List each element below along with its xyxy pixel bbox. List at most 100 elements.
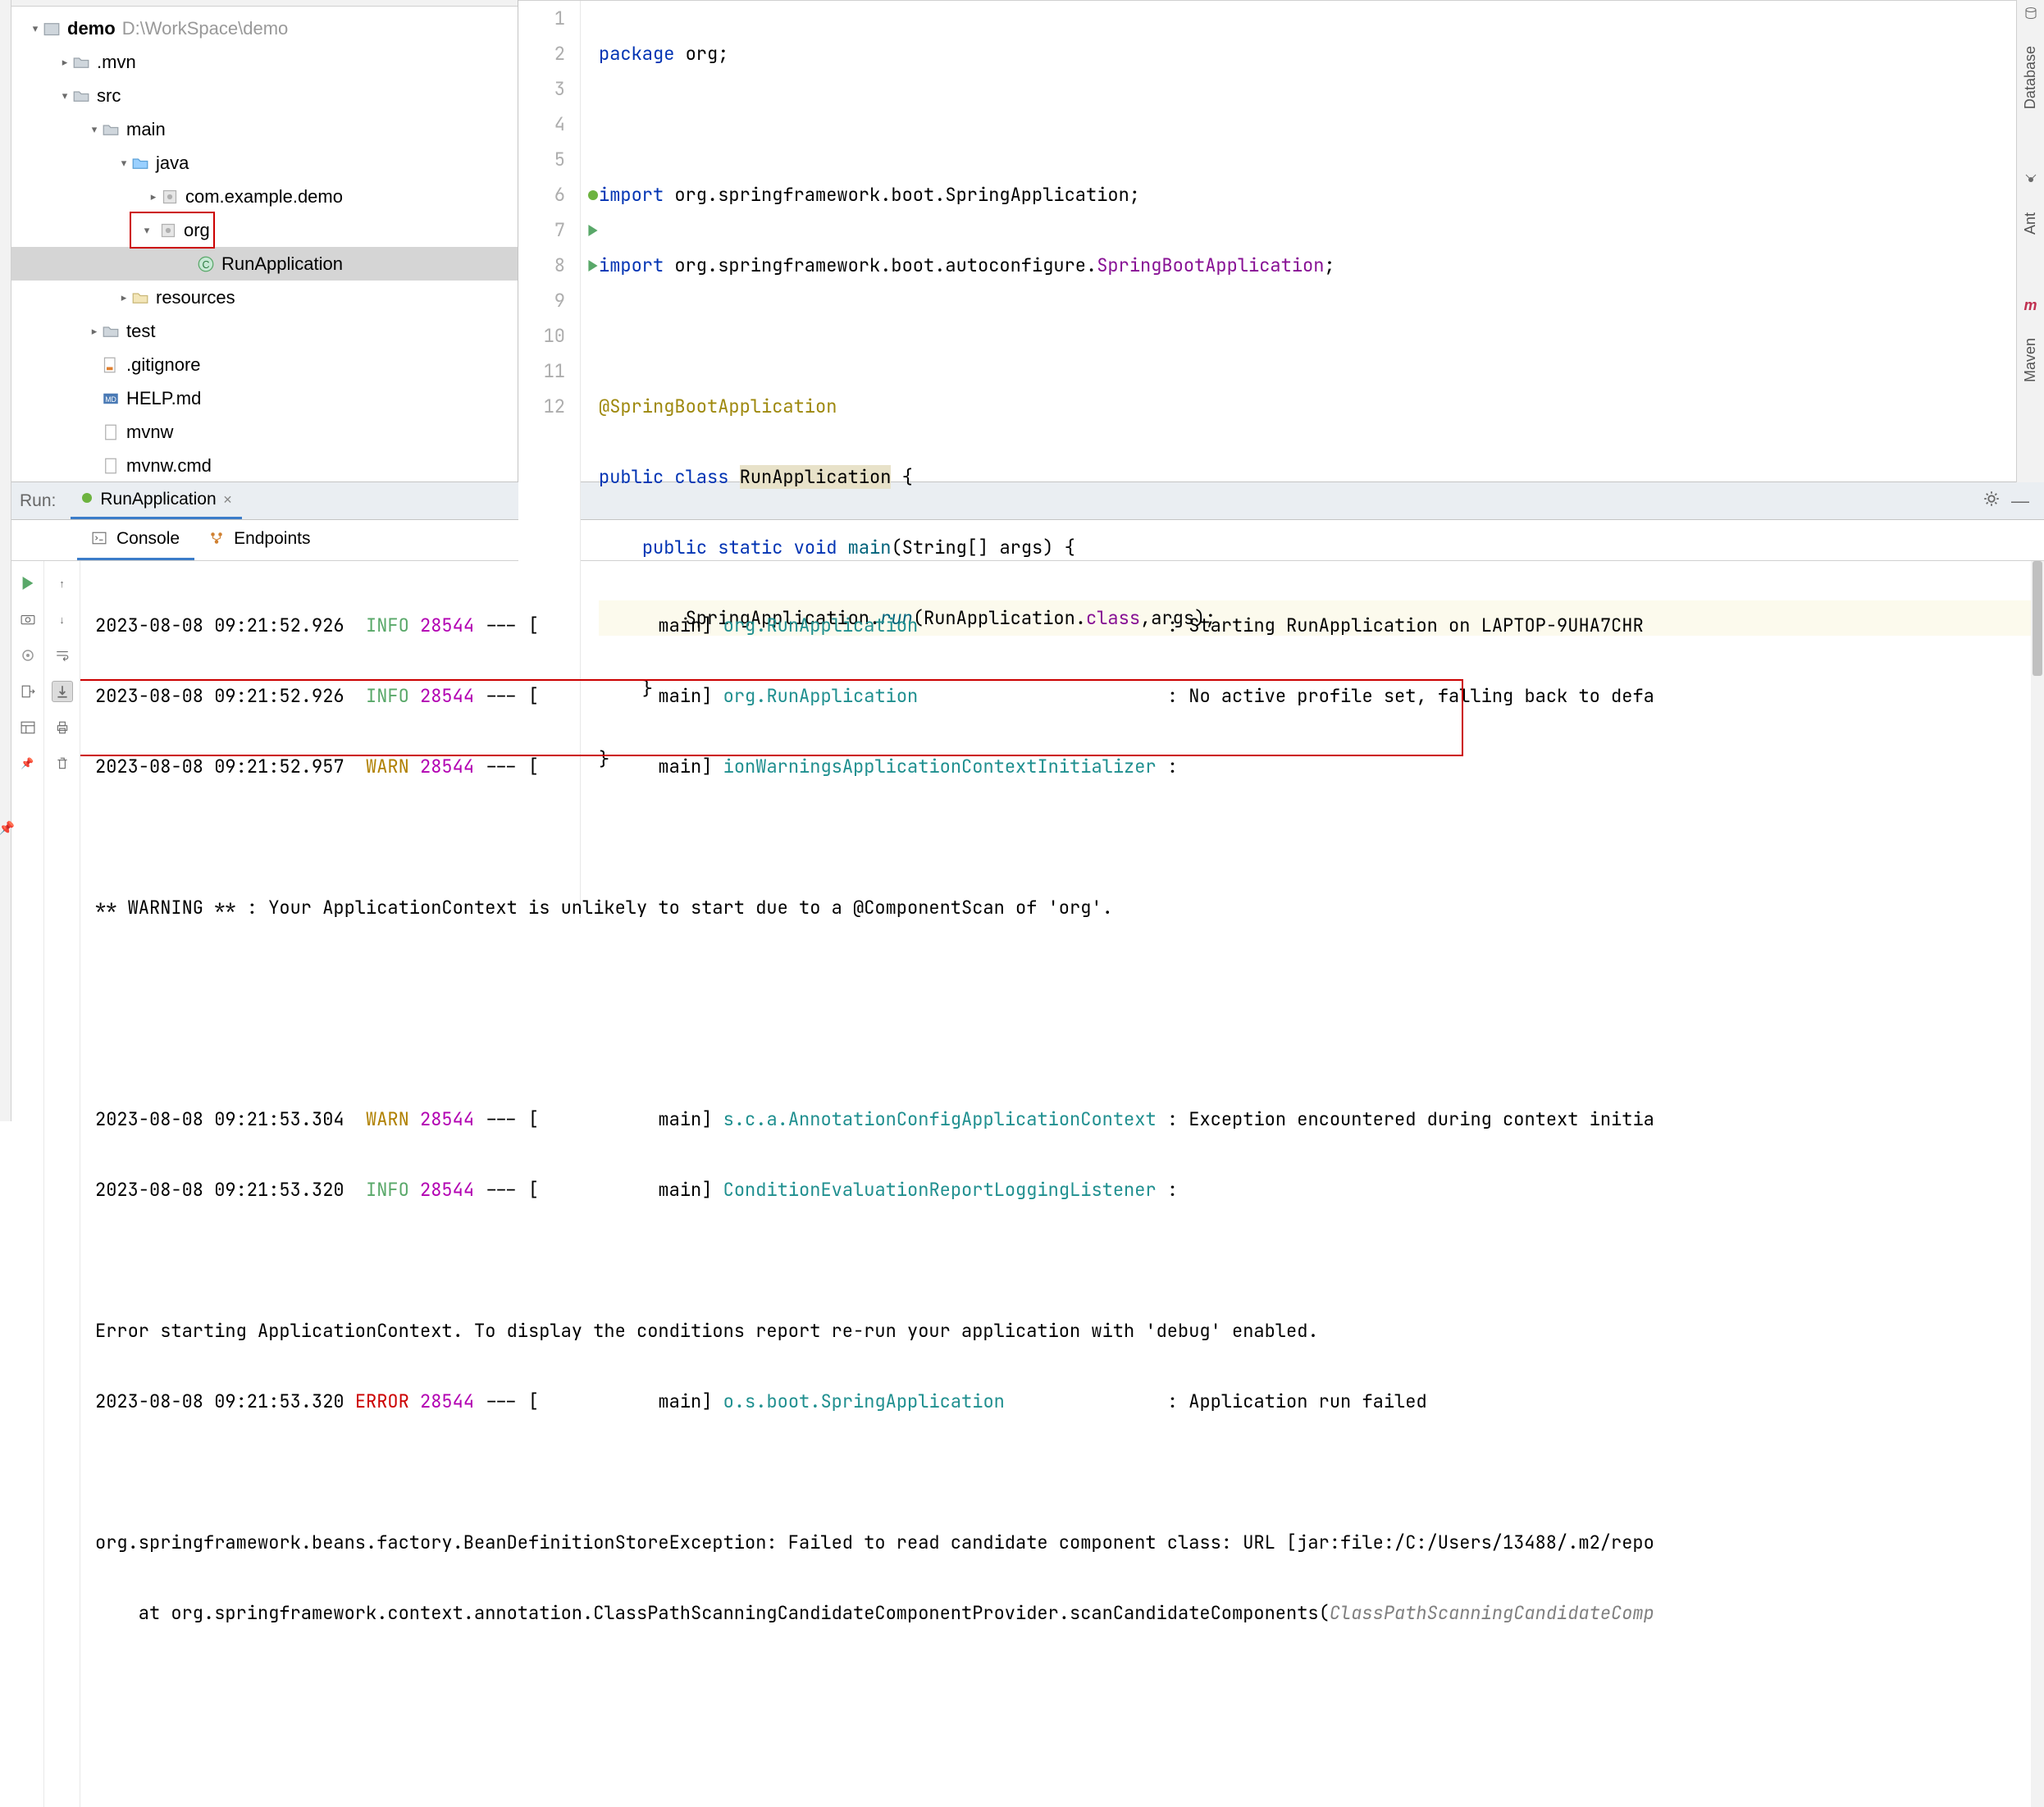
code-token: class (674, 465, 728, 489)
ant-icon[interactable] (2023, 171, 2039, 188)
run-config-tab[interactable]: RunApplication ✕ (71, 482, 242, 519)
tree-pkg-demo[interactable]: ▸ com.example.demo (11, 180, 518, 213)
maven-icon[interactable]: m (2023, 297, 2039, 313)
exit-icon[interactable] (17, 681, 39, 702)
tree-mvnw[interactable]: mvnw (11, 415, 518, 449)
scrollbar-thumb[interactable] (2033, 561, 2042, 676)
code-token: public (642, 536, 707, 559)
endpoints-tab[interactable]: Endpoints (194, 520, 325, 560)
database-label[interactable]: Database (2022, 46, 2039, 109)
folder-icon (72, 87, 90, 105)
tree-gitignore[interactable]: .gitignore (11, 348, 518, 381)
markdown-icon: MD (102, 390, 120, 408)
tree-mvn[interactable]: ▸ .mvn (11, 45, 518, 79)
code-token: import (599, 253, 664, 277)
tree-runapplication[interactable]: C RunApplication (11, 247, 518, 281)
chevron-down-icon[interactable]: ▾ (116, 146, 131, 180)
line-number: 3 (518, 71, 565, 107)
console-tab[interactable]: Console (77, 520, 194, 560)
console-scrollbar[interactable] (2031, 561, 2044, 1807)
tree-src[interactable]: ▾ src (11, 79, 518, 112)
log-line: at org.springframework.context.annotatio… (95, 1595, 2036, 1631)
chevron-right-icon[interactable]: ▸ (57, 45, 72, 79)
line-number: 7 (518, 212, 565, 248)
run-toolbar-primary: 📌 (11, 561, 44, 1807)
code-token: SpringBootApplication (1097, 253, 1324, 277)
resources-folder-icon (131, 289, 149, 307)
tree-main[interactable]: ▾ main (11, 112, 518, 146)
left-tool-strip: 📌 (0, 0, 11, 1121)
code-token: @SpringBootApplication (599, 395, 837, 418)
line-number: 6 (518, 177, 565, 212)
tree-pkg-org[interactable]: ▾ org (11, 213, 518, 247)
endpoints-icon (209, 531, 226, 547)
chevron-right-icon[interactable]: ▸ (87, 314, 102, 348)
right-tool-strip: Database Ant m Maven (2016, 0, 2044, 482)
tree-help[interactable]: MD HELP.md (11, 381, 518, 415)
chevron-down-icon[interactable]: ▾ (87, 112, 102, 146)
code-token: RunApplication (740, 465, 892, 489)
print-icon[interactable] (52, 717, 73, 738)
camera-icon[interactable] (17, 609, 39, 630)
code-token: { (891, 465, 912, 489)
chevron-down-icon[interactable]: ▾ (135, 213, 159, 247)
code-token: org.springframework.boot.SpringApplicati… (664, 183, 1140, 207)
scroll-to-end-icon[interactable] (52, 681, 73, 702)
line-number: 2 (518, 36, 565, 71)
chevron-down-icon[interactable]: ▾ (57, 79, 72, 112)
code-token: void (794, 536, 837, 559)
line-number: 10 (518, 318, 565, 354)
code-token: (String[] args) { (891, 536, 1074, 559)
scroll-down-icon[interactable]: ↓ (52, 609, 73, 630)
code-token: org.springframework.boot.autoconfigure. (664, 253, 1097, 277)
chevron-right-icon[interactable]: ▸ (146, 180, 161, 213)
svg-text:MD: MD (105, 395, 116, 403)
spring-icon (80, 490, 94, 509)
soft-wrap-icon[interactable] (52, 645, 73, 666)
run-button[interactable] (17, 573, 39, 594)
project-panel: ▾ demo D:\WorkSpace\demo ▸ .mvn ▾ src ▾ (11, 0, 518, 481)
stop-icon[interactable] (17, 645, 39, 666)
chevron-down-icon[interactable]: ▾ (28, 11, 43, 45)
pin-icon[interactable]: 📌 (17, 753, 39, 774)
tree-mvnwcmd[interactable]: mvnw.cmd (11, 449, 518, 481)
pin-icon[interactable]: 📌 (0, 820, 15, 837)
tree-root[interactable]: ▾ demo D:\WorkSpace\demo (11, 11, 518, 45)
folder-icon (102, 322, 120, 340)
line-number: 5 (518, 142, 565, 177)
folder-icon (72, 53, 90, 71)
database-icon[interactable] (2023, 5, 2039, 21)
trash-icon[interactable] (52, 753, 73, 774)
log-line: 2023-08-08 09:21:53.320 ERROR 28544 --- … (95, 1384, 2036, 1419)
code-token: static (718, 536, 782, 559)
console-output[interactable]: 2023-08-08 09:21:52.926 INFO 28544 --- [… (80, 561, 2044, 1807)
line-number: 1 (518, 1, 565, 36)
code-token: ; (1324, 253, 1335, 277)
org-highlight-box: ▾ org (130, 212, 215, 249)
log-warning-line: ** WARNING ** : Your ApplicationContext … (95, 890, 2036, 925)
endpoints-tab-label: Endpoints (234, 529, 310, 549)
gitignore-icon (102, 356, 120, 374)
chevron-right-icon[interactable]: ▸ (116, 281, 131, 314)
package-icon (161, 188, 179, 206)
tree-test[interactable]: ▸ test (11, 314, 518, 348)
tree-java[interactable]: ▾ java (11, 146, 518, 180)
run-toolbar-secondary: ↑ ↓ (44, 561, 80, 1807)
code-token: package (599, 42, 674, 66)
line-number: 11 (518, 354, 565, 389)
project-tree[interactable]: ▾ demo D:\WorkSpace\demo ▸ .mvn ▾ src ▾ (11, 7, 518, 481)
warning-highlight-box (80, 679, 1463, 756)
close-icon[interactable]: ✕ (223, 493, 233, 507)
tree-root-name: demo (67, 11, 116, 45)
file-icon (102, 457, 120, 475)
layout-icon[interactable] (17, 717, 39, 738)
editor-panel: 1 2 3 4 5 6 7 8 9 10 11 12 package org; … (518, 0, 2044, 481)
ant-label[interactable]: Ant (2022, 212, 2039, 235)
log-line: 2023-08-08 09:21:52.926 INFO 28544 --- [… (95, 608, 2036, 643)
maven-label[interactable]: Maven (2022, 338, 2039, 382)
code-token: org; (674, 42, 728, 66)
scroll-up-icon[interactable]: ↑ (52, 573, 73, 594)
tree-resources[interactable]: ▸ resources (11, 281, 518, 314)
log-line: 2023-08-08 09:21:53.304 WARN 28544 --- [… (95, 1102, 2036, 1137)
run-tool-window: Run: RunApplication ✕ — Console Endpoint… (11, 482, 2044, 1807)
